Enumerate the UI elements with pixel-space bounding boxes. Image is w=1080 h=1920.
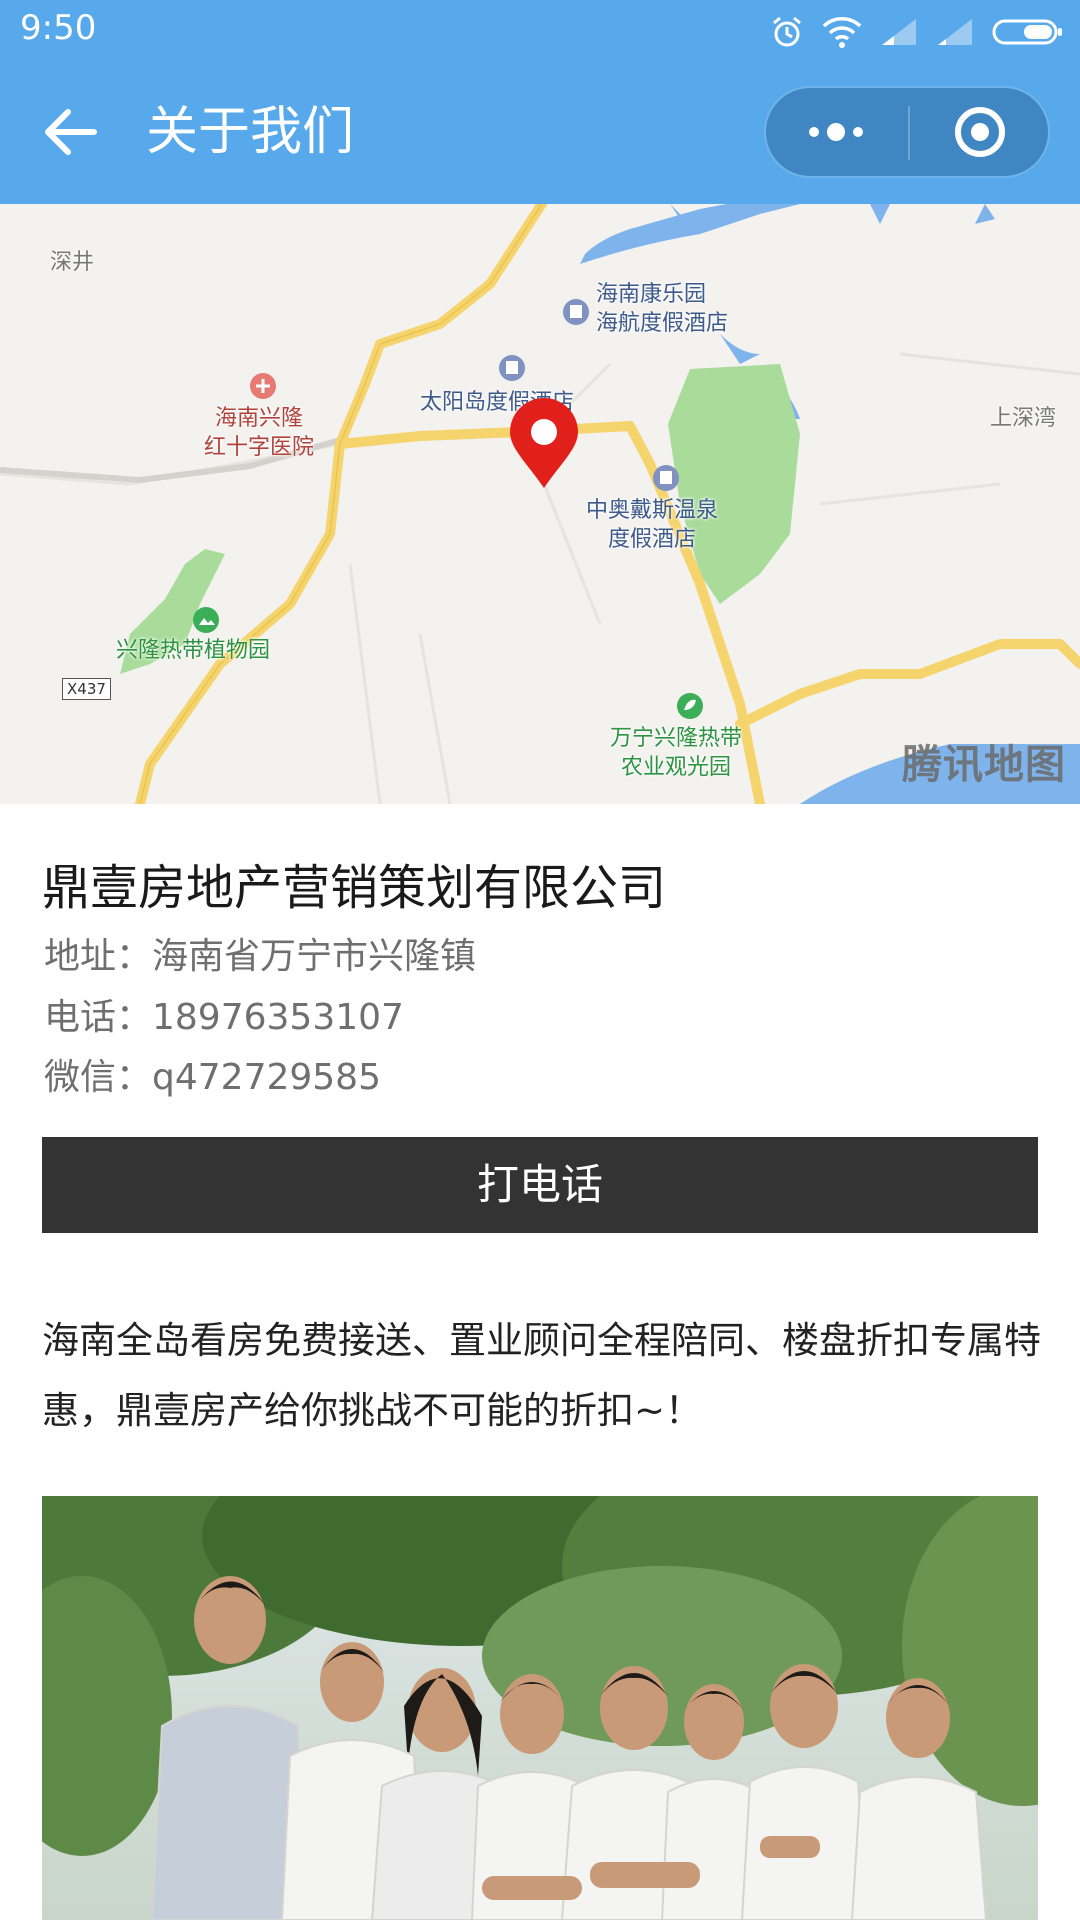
back-button[interactable] bbox=[40, 100, 110, 164]
company-phone: 电话：18976353107 bbox=[44, 997, 404, 1038]
more-button[interactable] bbox=[766, 88, 908, 176]
battery-icon bbox=[992, 17, 1064, 47]
company-address: 地址：海南省万宁市兴隆镇 bbox=[44, 936, 477, 977]
status-time: 9:50 bbox=[20, 8, 97, 48]
location-pin-icon bbox=[510, 398, 578, 488]
status-icons bbox=[770, 12, 1064, 52]
alarm-icon bbox=[770, 15, 804, 49]
road-number-tag: X437 bbox=[62, 678, 111, 700]
map-label: 万宁兴隆热带 农业观光园 bbox=[610, 726, 743, 780]
signal-icon bbox=[880, 17, 918, 47]
top-bar: 9:50 关于我们 bbox=[0, 0, 1080, 204]
location-map[interactable]: 深井 海南康乐园 海航度假酒店 太阳岛度假酒店 海南兴隆 红十字医院 上深湾 中… bbox=[0, 204, 1080, 804]
call-button[interactable]: 打电话 bbox=[42, 1137, 1038, 1233]
map-brand-logo: 腾讯地图 bbox=[902, 742, 1066, 788]
map-label: 上深湾 bbox=[990, 406, 1057, 431]
team-photo bbox=[42, 1496, 1038, 1920]
company-description: 海南全岛看房免费接送、置业顾问全程陪同、楼盘折扣专属特惠，鼎壹房产给你挑战不可能… bbox=[42, 1319, 1041, 1432]
map-label: 海南康乐园 海航度假酒店 bbox=[596, 282, 729, 336]
page-title: 关于我们 bbox=[146, 102, 355, 162]
close-button[interactable] bbox=[910, 88, 1050, 176]
map-label: 中奥戴斯温泉 度假酒店 bbox=[586, 498, 719, 552]
map-label: 深井 bbox=[50, 250, 95, 275]
wifi-icon bbox=[822, 16, 862, 48]
map-label: 兴隆热带植物园 bbox=[116, 638, 271, 663]
map-label: 海南兴隆 红十字医院 bbox=[204, 406, 315, 460]
signal-icon bbox=[936, 17, 974, 47]
capsule-menu bbox=[764, 86, 1050, 178]
close-circle-icon bbox=[955, 107, 1005, 157]
more-icon bbox=[809, 123, 863, 141]
back-arrow-icon bbox=[45, 109, 97, 155]
company-wechat: 微信：q472729585 bbox=[44, 1057, 381, 1098]
map-canvas bbox=[0, 204, 1080, 804]
company-name: 鼎壹房地产营销策划有限公司 bbox=[42, 860, 667, 916]
